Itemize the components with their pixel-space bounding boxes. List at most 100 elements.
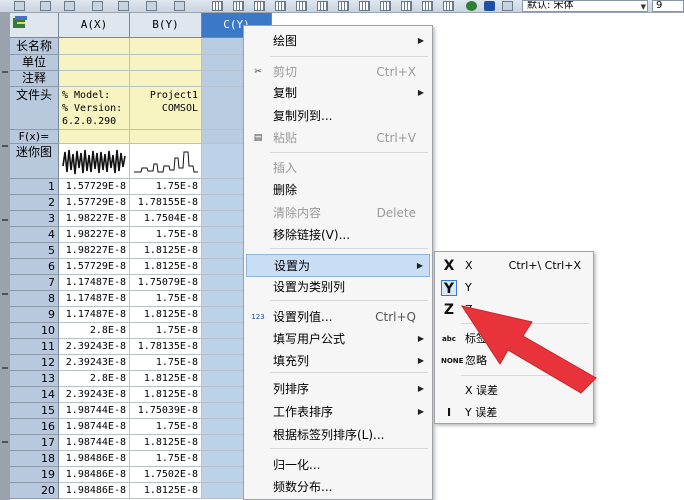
- toolbar-button-icon[interactable]: [174, 1, 185, 11]
- cell-b[interactable]: 1.75E-8: [130, 227, 202, 243]
- row-number[interactable]: 19: [10, 467, 59, 483]
- cell-b[interactable]: 1.78155E-8: [130, 195, 202, 211]
- cell-a[interactable]: 1.98486E-8: [59, 451, 130, 467]
- row-number[interactable]: 17: [10, 435, 59, 451]
- row-number[interactable]: 18: [10, 451, 59, 467]
- submenu-item[interactable]: X X Ctrl+\ Ctrl+X: [437, 255, 591, 277]
- row-label-file-header[interactable]: 文件头: [10, 87, 59, 130]
- row-label-formula[interactable]: F(x)=: [10, 130, 59, 144]
- font-size-select[interactable]: 9: [652, 0, 684, 12]
- cell[interactable]: [130, 55, 202, 71]
- grid-icon[interactable]: [212, 1, 223, 11]
- submenu-item[interactable]: I Y 误差: [437, 402, 591, 424]
- row-number[interactable]: 3: [10, 211, 59, 227]
- cell-b[interactable]: 1.75E-8: [130, 323, 202, 339]
- chevron-down-icon[interactable]: ▼: [641, 2, 646, 11]
- cell-b[interactable]: 1.8125E-8: [130, 435, 202, 451]
- cell-b[interactable]: 1.7504E-8: [130, 211, 202, 227]
- row-label-units[interactable]: 单位: [10, 55, 59, 71]
- grid-icon[interactable]: [275, 1, 286, 11]
- sparkline-a[interactable]: [59, 144, 130, 179]
- row-number[interactable]: 20: [10, 483, 59, 499]
- cell-b[interactable]: 1.8125E-8: [130, 387, 202, 403]
- grid-icon[interactable]: [401, 1, 412, 11]
- shield-icon[interactable]: [484, 1, 495, 11]
- cell[interactable]: [130, 38, 202, 55]
- row-number[interactable]: 6: [10, 259, 59, 275]
- grid-icon[interactable]: [359, 1, 370, 11]
- toolbar-button-icon[interactable]: [146, 1, 157, 11]
- menu-item[interactable]: 复制列到...: [246, 105, 430, 128]
- grid-icon[interactable]: [296, 1, 307, 11]
- menu-item[interactable]: 移除链接(V)...: [246, 224, 430, 247]
- menu-item[interactable]: ✂ 剪切 Ctrl+X: [246, 61, 430, 84]
- cell-a[interactable]: 1.98744E-8: [59, 435, 130, 451]
- cell-a[interactable]: 1.98486E-8: [59, 483, 130, 499]
- cell-file-header-b[interactable]: Project1 COMSOL: [130, 87, 202, 130]
- cell-b[interactable]: 1.8125E-8: [130, 371, 202, 387]
- grid-icon[interactable]: [380, 1, 391, 11]
- cell-b[interactable]: 1.75039E-8: [130, 403, 202, 419]
- globe-icon[interactable]: [466, 1, 477, 11]
- toolbar-button-icon[interactable]: [40, 1, 51, 11]
- row-number[interactable]: 9: [10, 307, 59, 323]
- grid-icon[interactable]: [422, 1, 433, 11]
- submenu-item[interactable]: NONE 忽略: [437, 350, 591, 372]
- row-number[interactable]: 4: [10, 227, 59, 243]
- cell[interactable]: [59, 55, 130, 71]
- worksheet-corner[interactable]: [10, 13, 59, 38]
- toolbar-button-icon[interactable]: [502, 1, 513, 11]
- row-number[interactable]: 5: [10, 243, 59, 259]
- row-number[interactable]: 8: [10, 291, 59, 307]
- column-header-b[interactable]: B(Y): [130, 13, 202, 38]
- cell-a[interactable]: 1.98744E-8: [59, 403, 130, 419]
- cell-a[interactable]: 1.98486E-8: [59, 467, 130, 483]
- sparkline-b[interactable]: [130, 144, 202, 179]
- menu-item[interactable]: 列排序 ▶: [246, 378, 430, 401]
- submenu-item[interactable]: ZZ: [437, 299, 591, 321]
- cell-b[interactable]: 1.75E-8: [130, 355, 202, 371]
- font-family-select[interactable]: 默认: 宋体 ▼: [522, 0, 648, 12]
- menu-item[interactable]: 设置为 ▶: [246, 254, 430, 277]
- cell-b[interactable]: 1.8125E-8: [130, 307, 202, 323]
- menu-item[interactable]: ▤ 粘贴 Ctrl+V: [246, 127, 430, 150]
- grid-icon[interactable]: [317, 1, 328, 11]
- row-label-comments[interactable]: 注释: [10, 71, 59, 87]
- cell-a[interactable]: 1.17487E-8: [59, 307, 130, 323]
- cell-b[interactable]: 1.75079E-8: [130, 275, 202, 291]
- grid-icon[interactable]: [233, 1, 244, 11]
- submenu-item[interactable]: X 误差: [437, 380, 591, 402]
- menu-item[interactable]: 清除内容 Delete: [246, 202, 430, 225]
- cell[interactable]: [59, 38, 130, 55]
- menu-item[interactable]: 频数分布...: [246, 476, 430, 499]
- cell-b[interactable]: 1.8125E-8: [130, 243, 202, 259]
- cell[interactable]: [130, 71, 202, 87]
- row-number[interactable]: 12: [10, 355, 59, 371]
- submenu-item[interactable]: abc 标签: [437, 328, 591, 350]
- cell-a[interactable]: 2.39243E-8: [59, 339, 130, 355]
- cell-b[interactable]: 1.7502E-8: [130, 467, 202, 483]
- menu-item[interactable]: 绘图 ▶: [246, 30, 430, 53]
- grid-icon[interactable]: [254, 1, 265, 11]
- toolbar-button-icon[interactable]: [118, 1, 129, 11]
- cell-a[interactable]: 2.8E-8: [59, 323, 130, 339]
- cell-a[interactable]: 2.39243E-8: [59, 355, 130, 371]
- cell-b[interactable]: 1.8125E-8: [130, 483, 202, 499]
- cell[interactable]: [59, 71, 130, 87]
- cell-a[interactable]: 1.17487E-8: [59, 275, 130, 291]
- cell-a[interactable]: 1.98227E-8: [59, 211, 130, 227]
- menu-item[interactable]: 填写用户公式 ▶: [246, 328, 430, 351]
- menu-item[interactable]: 123 设置列值... Ctrl+Q: [246, 306, 430, 329]
- submenu-item[interactable]: YY: [437, 277, 591, 299]
- cell-file-header-a[interactable]: % Model: % Version: 6.2.0.290: [59, 87, 130, 130]
- cell-b[interactable]: 1.75E-8: [130, 451, 202, 467]
- row-number[interactable]: 2: [10, 195, 59, 211]
- grid-icon[interactable]: [443, 1, 454, 11]
- cell-a[interactable]: 1.57729E-8: [59, 259, 130, 275]
- menu-item[interactable]: 根据标签列排序(L)...: [246, 424, 430, 447]
- cell-a[interactable]: 1.98227E-8: [59, 227, 130, 243]
- row-label-sparkline[interactable]: 迷你图: [10, 144, 59, 179]
- cell-b[interactable]: 1.75E-8: [130, 179, 202, 195]
- row-number[interactable]: 15: [10, 403, 59, 419]
- cell-a[interactable]: 1.98227E-8: [59, 243, 130, 259]
